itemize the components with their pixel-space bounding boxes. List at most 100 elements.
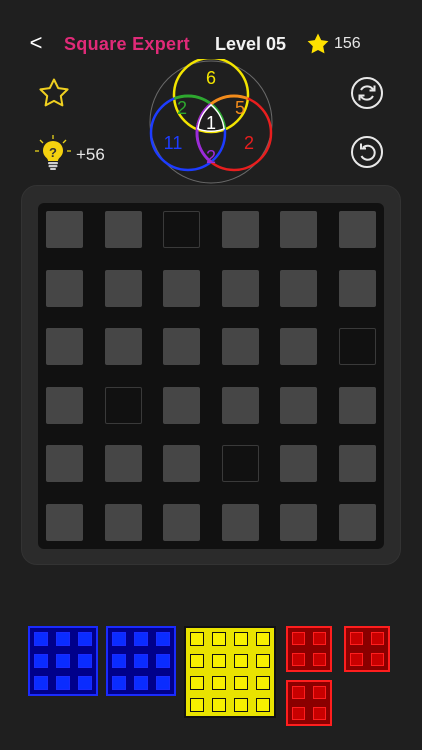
board-cell[interactable]: [338, 211, 376, 248]
board-cell[interactable]: [104, 211, 142, 248]
piece-cell: [189, 631, 205, 647]
board-cell[interactable]: [280, 328, 317, 365]
board-cell[interactable]: [338, 445, 376, 482]
board-cell[interactable]: [221, 211, 259, 248]
board-cell[interactable]: [46, 211, 83, 248]
board-cell[interactable]: [104, 503, 142, 541]
board-cell[interactable]: [163, 386, 200, 424]
board-cell[interactable]: [163, 269, 200, 307]
piece-cell: [77, 653, 93, 669]
star-icon: [307, 33, 329, 54]
piece-cell: [211, 653, 227, 669]
board-cell[interactable]: [104, 445, 142, 482]
venn-left-bottom-value: 11: [164, 133, 183, 153]
board-cell[interactable]: [104, 328, 142, 365]
board-cell-empty[interactable]: [163, 211, 200, 248]
piece-cell: [312, 685, 327, 700]
piece-cell: [155, 631, 171, 647]
board-cell-empty[interactable]: [221, 445, 259, 482]
venn-right-bottom-value: 2: [244, 133, 254, 153]
piece-cell: [211, 675, 227, 691]
venn-left-top-value: 2: [177, 98, 187, 118]
piece-cell: [55, 653, 71, 669]
piece-cell: [55, 675, 71, 691]
piece-cell: [233, 675, 249, 691]
back-button[interactable]: <: [26, 30, 46, 56]
undo-button[interactable]: [351, 136, 383, 168]
board-cell-empty[interactable]: [338, 328, 376, 365]
piece-cell: [189, 653, 205, 669]
red-piece-2[interactable]: [344, 626, 390, 672]
level-label: Level 05: [215, 34, 287, 54]
piece-cell: [255, 675, 271, 691]
piece-cell: [133, 631, 149, 647]
piece-cell: [233, 653, 249, 669]
board-cell[interactable]: [338, 269, 376, 307]
board-cell[interactable]: [221, 328, 259, 365]
piece-cell: [189, 675, 205, 691]
board-cell[interactable]: [163, 328, 200, 365]
board-cell[interactable]: [46, 386, 83, 424]
board-cell[interactable]: [280, 503, 317, 541]
board-cell[interactable]: [163, 445, 200, 482]
venn-top-value: 6: [206, 68, 216, 88]
board-cell[interactable]: [104, 269, 142, 307]
undo-icon: [360, 143, 376, 161]
stars-count: 156: [334, 35, 361, 52]
board-cell[interactable]: [221, 503, 259, 541]
hint-button[interactable]: ? +56: [34, 134, 124, 174]
venn-clue-diagram: 6 2 5 1 11 2 2: [149, 59, 273, 184]
piece-cell: [291, 631, 306, 646]
piece-cell: [111, 653, 127, 669]
board-cell[interactable]: [46, 269, 83, 307]
mode-title: Square Expert: [64, 34, 190, 54]
piece-cell: [111, 675, 127, 691]
hint-count: +56: [76, 145, 105, 164]
piece-cell: [233, 697, 249, 713]
refresh-button[interactable]: [351, 77, 383, 109]
board-cell[interactable]: [280, 211, 317, 248]
board-cell[interactable]: [280, 269, 317, 307]
board-cell[interactable]: [221, 386, 259, 424]
piece-cell: [370, 652, 385, 667]
piece-cell: [133, 653, 149, 669]
piece-cell: [155, 675, 171, 691]
piece-cell: [255, 631, 271, 647]
piece-cell: [33, 675, 49, 691]
board-cell[interactable]: [46, 503, 83, 541]
piece-cell: [77, 675, 93, 691]
blue-piece-2[interactable]: [106, 626, 176, 696]
yellow-piece[interactable]: [184, 626, 276, 718]
game-board[interactable]: [38, 203, 384, 549]
board-cell[interactable]: [280, 386, 317, 424]
piece-cell: [349, 631, 364, 646]
board-cell[interactable]: [338, 503, 376, 541]
piece-cell: [77, 631, 93, 647]
piece-cell: [33, 631, 49, 647]
favorite-star-icon[interactable]: [37, 77, 71, 109]
piece-cell: [33, 653, 49, 669]
board-cell[interactable]: [221, 269, 259, 307]
board-cell[interactable]: [163, 503, 200, 541]
board-cell[interactable]: [46, 328, 83, 365]
red-piece-3[interactable]: [286, 680, 332, 726]
piece-cell: [255, 653, 271, 669]
piece-cell: [111, 631, 127, 647]
piece-cell: [370, 631, 385, 646]
venn-bottom-value: 2: [206, 147, 216, 167]
piece-cell: [55, 631, 71, 647]
board-cell-empty[interactable]: [104, 386, 142, 424]
board-cell[interactable]: [338, 386, 376, 424]
piece-cell: [312, 631, 327, 646]
lightbulb-question-icon: ?: [35, 135, 71, 170]
board-cell[interactable]: [46, 445, 83, 482]
red-piece-1[interactable]: [286, 626, 332, 672]
blue-piece-1[interactable]: [28, 626, 98, 696]
board-cell[interactable]: [280, 445, 317, 482]
piece-cell: [155, 653, 171, 669]
piece-tray: [0, 618, 422, 750]
piece-cell: [312, 652, 327, 667]
piece-cell: [211, 631, 227, 647]
piece-cell: [349, 652, 364, 667]
piece-cell: [291, 706, 306, 721]
